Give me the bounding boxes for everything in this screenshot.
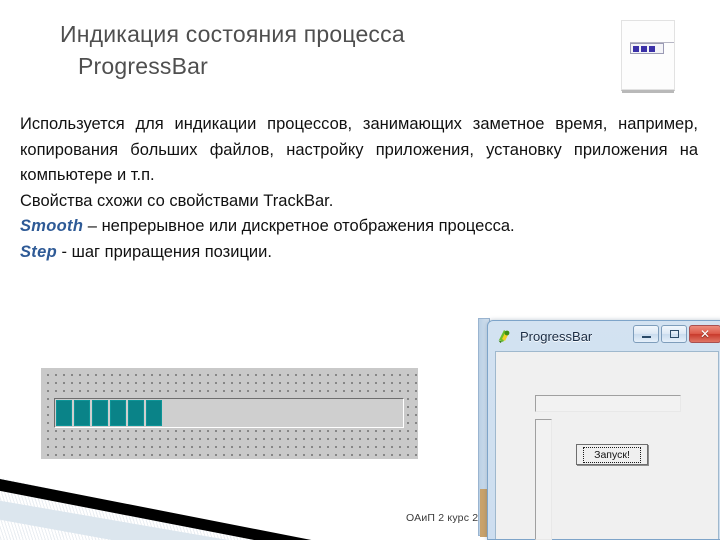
keyword-step: Step — [20, 242, 57, 261]
progressbar-horizontal[interactable] — [535, 395, 681, 412]
paragraph-properties: Свойства схожи со свойствами TrackBar. — [20, 191, 334, 210]
paragraph-step-text: - шаг приращения позиции. — [56, 242, 272, 261]
progressbar-thumbnail-icon — [621, 20, 675, 93]
progress-segment — [128, 400, 144, 426]
progressbar-window[interactable]: ProgressBar ✕ Запуск! — [487, 320, 720, 540]
thumbnail-segment — [633, 45, 639, 52]
paragraph-smooth-text: – непрерывное или дискретное отображения… — [83, 217, 515, 235]
window-title: ProgressBar — [520, 329, 593, 344]
close-icon: ✕ — [699, 327, 711, 341]
maximize-icon — [669, 330, 679, 338]
thumbnail-segment — [641, 45, 647, 52]
keyword-smooth: Smooth — [20, 217, 84, 235]
page-title: Индикация состояния процесса ProgressBar — [60, 18, 580, 82]
progress-segment — [146, 400, 162, 426]
designer-progressbar — [54, 398, 404, 428]
designer-progressbar-fill — [56, 400, 162, 426]
paragraph-step: Step - шаг приращения позиции. — [20, 240, 698, 266]
delphi-app-icon — [496, 328, 513, 345]
progress-segment — [110, 400, 126, 426]
run-button-label: Запуск! — [583, 446, 641, 463]
window-titlebar[interactable]: ProgressBar ✕ — [491, 324, 720, 349]
title-line-1: Индикация состояния процесса — [60, 21, 405, 47]
body-text: Используется для индикации процессов, за… — [20, 112, 698, 265]
progress-segment — [56, 400, 72, 426]
ribbon-shapes — [0, 444, 470, 540]
window-buttons[interactable]: ✕ — [633, 325, 720, 343]
thumbnail-segment — [649, 45, 655, 52]
thumbnail-progressbar — [630, 43, 664, 54]
progress-segment — [92, 400, 108, 426]
title-line-2: ProgressBar — [78, 53, 209, 79]
paragraph-usage: Используется для индикации процессов, за… — [20, 115, 698, 184]
paragraph-smooth: Smooth – непрерывное или дискретное отоб… — [20, 214, 698, 240]
progress-segment — [74, 400, 90, 426]
footer-text: ОАиП 2 курс 2 — [406, 512, 479, 524]
decorative-ribbon — [0, 444, 470, 540]
minimize-icon — [641, 336, 651, 338]
window-client-area: Запуск! — [495, 351, 719, 540]
minimize-button[interactable] — [633, 325, 659, 343]
maximize-button[interactable] — [661, 325, 687, 343]
run-button[interactable]: Запуск! — [576, 444, 648, 465]
close-button[interactable]: ✕ — [689, 325, 720, 343]
progressbar-vertical[interactable] — [535, 419, 552, 540]
slide: Индикация состояния процесса ProgressBar… — [0, 0, 720, 540]
